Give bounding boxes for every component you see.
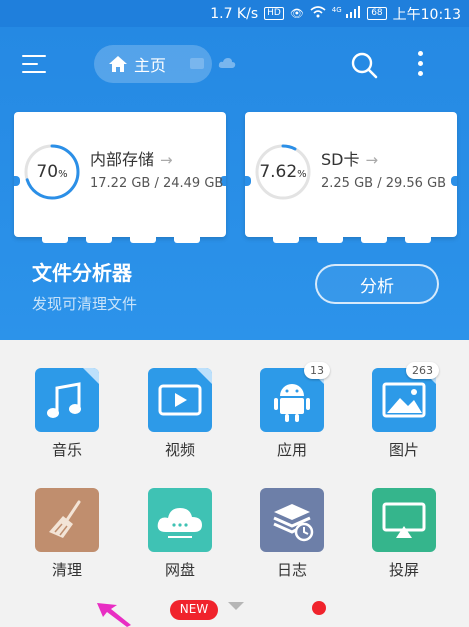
folder-icon[interactable] [190, 58, 204, 69]
percent-unit: % [297, 168, 307, 180]
count-badge: 13 [304, 362, 330, 379]
menu-icon[interactable] [22, 53, 48, 75]
battery-level: 68 [371, 8, 383, 18]
storage-name: 内部存储 → [90, 146, 173, 170]
cursor-arrow-icon [97, 603, 131, 627]
storage-name-text: 内部存储 [90, 150, 155, 169]
category-cloud-drive[interactable]: NEW 网盘 [130, 460, 230, 620]
category-clean[interactable]: 清理 [17, 460, 117, 579]
category-music[interactable]: 音乐 [17, 340, 117, 459]
category-cast[interactable]: 投屏 [354, 460, 454, 579]
category-label: 图片 [388, 441, 419, 459]
eye-icon: 👁 [289, 7, 304, 20]
notification-dot [312, 601, 326, 615]
cloud-drive-icon [148, 488, 212, 552]
more-icon[interactable] [415, 49, 425, 79]
status-bar: 1.7 K/s HD 👁 4G 68 上午10:13 [0, 0, 469, 27]
usage-percent: 70% [22, 142, 82, 202]
network-speed: 1.7 K/s [210, 5, 259, 22]
storage-card-internal[interactable]: 70% 内部存储 → 17.22 GB / 24.49 GB [14, 112, 226, 243]
battery-icon: 68 [367, 7, 387, 20]
category-label: 视频 [164, 441, 195, 459]
analyze-button[interactable]: 分析 [315, 264, 439, 304]
percent-value: 7.62 [259, 162, 298, 182]
category-label: 应用 [276, 441, 307, 459]
cloud-icon[interactable] [218, 57, 236, 69]
storage-size: 17.22 GB / 24.49 GB [90, 176, 224, 191]
video-icon [148, 368, 212, 432]
new-badge-text: NEW [179, 602, 209, 616]
category-video[interactable]: 视频 [130, 340, 230, 459]
storage-card-sd[interactable]: 7.62% SD卡 → 2.25 GB / 29.56 GB [245, 112, 457, 243]
count-badge: 263 [406, 362, 439, 379]
arrow-right-icon: → [365, 151, 379, 169]
category-log[interactable]: 日志 [242, 460, 342, 615]
category-apps[interactable]: 13 应用 [242, 340, 342, 459]
category-label: 日志 [276, 561, 307, 579]
log-icon [260, 488, 324, 552]
cast-icon [372, 488, 436, 552]
category-label: 音乐 [51, 441, 82, 459]
home-icon [109, 56, 127, 72]
signal-icon: 4G [332, 6, 361, 21]
usage-percent: 7.62% [253, 142, 313, 202]
percent-unit: % [58, 168, 68, 180]
home-label: 主页 [134, 56, 167, 75]
percent-value: 70 [36, 162, 59, 182]
music-icon [35, 368, 99, 432]
arrow-right-icon: → [160, 151, 173, 169]
clock: 上午10:13 [392, 6, 461, 23]
header: 主页 70% 内部存储 → 17.22 GB / 24.49 GB 7.62 %… [0, 27, 469, 340]
storage-name-text: SD卡 [321, 150, 360, 169]
storage-size: 2.25 GB / 29.56 GB [321, 176, 447, 191]
analyzer-subtitle: 发现可清理文件 [32, 295, 138, 313]
search-icon[interactable] [350, 51, 378, 79]
category-label: 投屏 [388, 561, 419, 579]
broom-icon [35, 488, 99, 552]
storage-name: SD卡 → [321, 146, 378, 170]
category-pictures[interactable]: 263 图片 [354, 340, 454, 459]
category-label: 清理 [51, 561, 82, 579]
analyzer-title: 文件分析器 [32, 261, 132, 285]
hd-icon: HD [264, 7, 284, 20]
wifi-icon [310, 6, 326, 21]
expand-chevron-icon[interactable] [228, 602, 244, 610]
category-label: 网盘 [164, 561, 195, 579]
signal-label: 4G [331, 6, 342, 14]
